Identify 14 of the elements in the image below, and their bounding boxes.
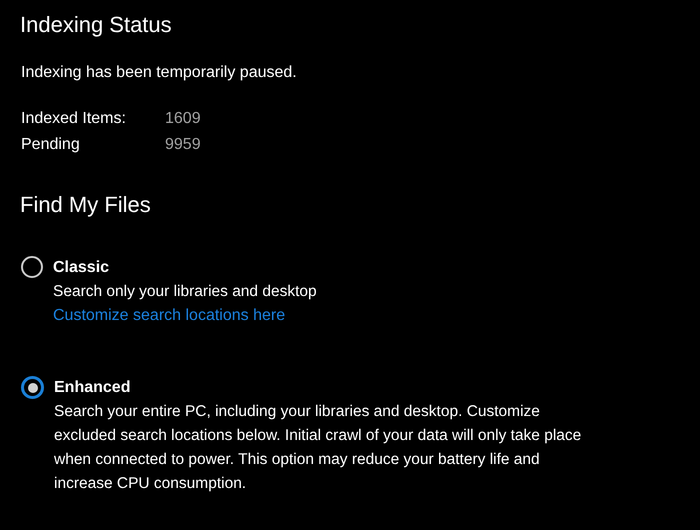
option-description: Search only your libraries and desktop [53,282,318,302]
option-label: Enhanced [54,378,130,398]
radio-button[interactable] [21,376,44,399]
status-message: Indexing has been temporarily paused. [21,64,298,82]
section-title: Find My Files [20,192,152,218]
stat-label: Indexed Items: [21,110,126,128]
stat-value: 9959 [165,136,201,154]
option-description: Search your entire PC, including your libraries and desktop. Customize excluded search locations below. Initial crawl of your data will only take place when connected to power. This option may reduce your battery life and increase CPU consumption. [54,402,582,494]
stat-value: 1609 [165,110,201,128]
link[interactable]: Customize search locations here [53,304,286,328]
stat-label: Pending [21,136,80,154]
radio-button[interactable] [21,256,43,278]
section-title: Indexing Status [20,12,173,38]
option-label: Classic [53,258,110,278]
